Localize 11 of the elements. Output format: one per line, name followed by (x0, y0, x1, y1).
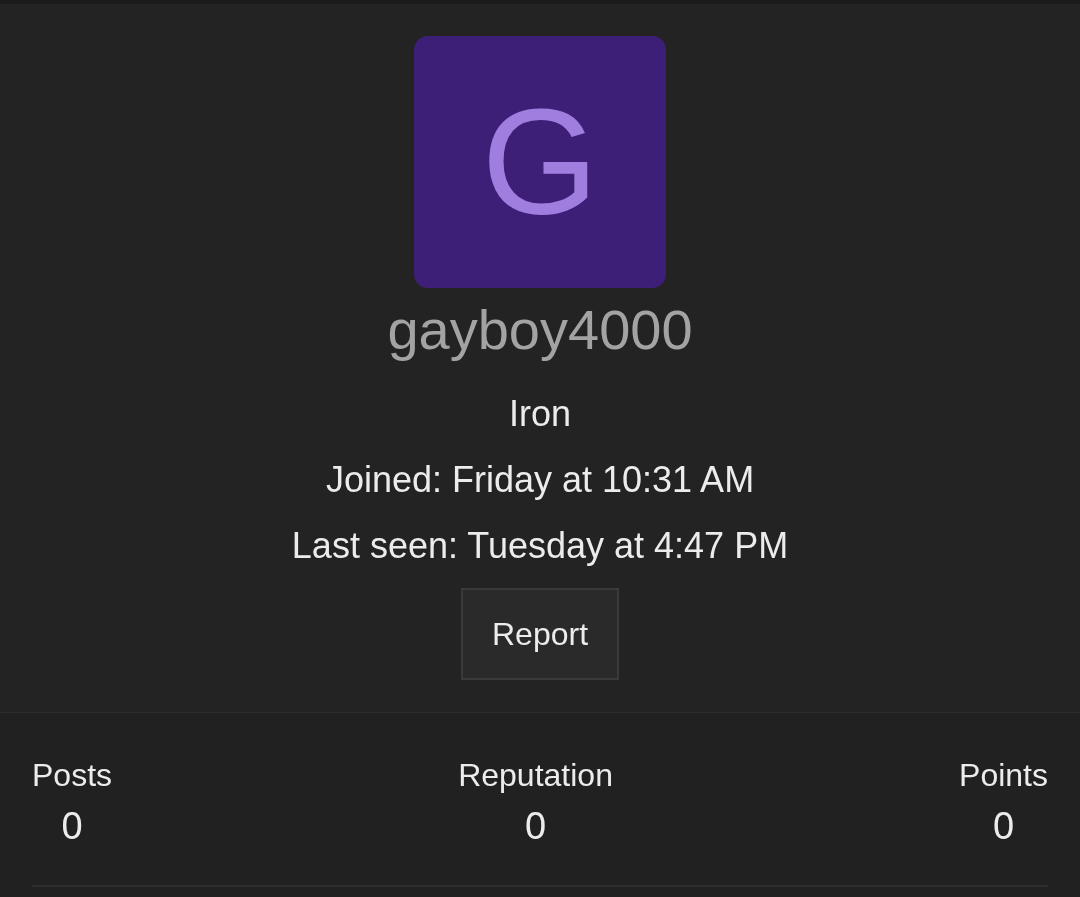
stat-value: 0 (992, 807, 1015, 845)
stat-label: Reputation (458, 759, 613, 791)
report-button[interactable]: Report (461, 588, 619, 680)
stat-label: Posts (32, 759, 113, 791)
last-seen: Last seen: Tuesday at 4:47 PM (291, 528, 789, 564)
joined-date: Joined: Friday at 10:31 AM (325, 462, 755, 498)
user-rank: Iron (508, 396, 571, 432)
stat-value: 0 (524, 807, 547, 845)
stat-value: 0 (61, 807, 83, 845)
stat-label: Points (959, 759, 1048, 791)
avatar: G (414, 36, 666, 288)
